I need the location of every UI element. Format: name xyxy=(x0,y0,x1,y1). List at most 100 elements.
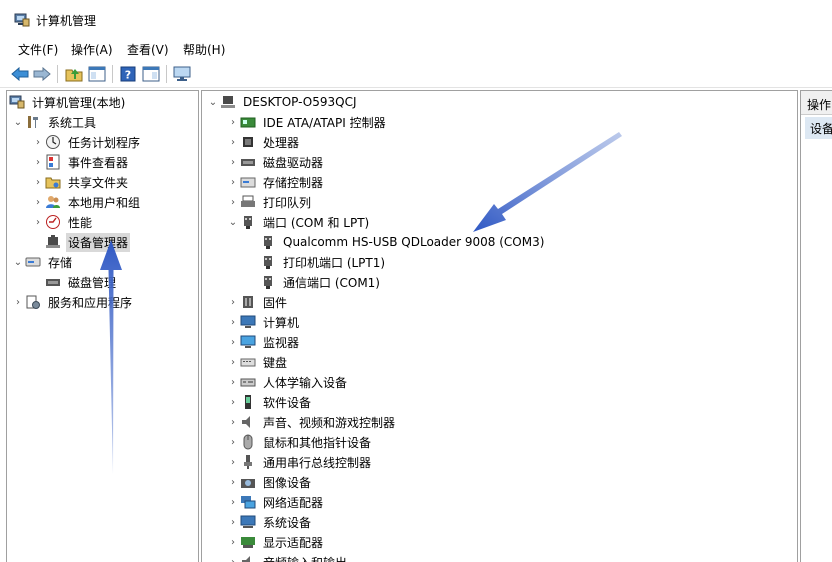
device-category[interactable]: › 音频输入和输出 xyxy=(226,552,349,562)
chevron-right-icon[interactable]: › xyxy=(11,292,25,312)
chevron-right-icon[interactable]: › xyxy=(226,512,240,532)
device-category[interactable]: › 图像设备 xyxy=(226,472,313,492)
tree-label: 音频输入和输出 xyxy=(261,553,349,562)
chevron-right-icon[interactable]: › xyxy=(226,152,240,172)
chevron-right-icon[interactable]: › xyxy=(226,472,240,492)
menu-help[interactable]: 帮助(H) xyxy=(181,41,227,58)
tree-label: 图像设备 xyxy=(263,475,312,490)
tree-root-label: 计算机管理(本地) xyxy=(32,95,126,110)
services-icon xyxy=(25,294,41,310)
clock-icon xyxy=(45,134,61,150)
chevron-right-icon[interactable]: › xyxy=(226,432,240,452)
tree-label: 事件查看器 xyxy=(68,155,129,170)
device-category[interactable]: › 键盘 xyxy=(226,352,289,372)
chevron-right-icon[interactable]: › xyxy=(226,172,240,192)
svg-text:?: ? xyxy=(125,69,131,82)
tree-item-shared-folders[interactable]: › 共享文件夹 xyxy=(31,172,130,192)
device-category[interactable]: › 磁盘驱动器 xyxy=(226,152,325,172)
computer-icon xyxy=(240,314,256,330)
device-category[interactable]: › 系统设备 xyxy=(226,512,313,532)
tree-item-disk-management[interactable]: 磁盘管理 xyxy=(45,272,118,292)
system-device-icon xyxy=(240,514,256,530)
show-hide-tree-icon[interactable] xyxy=(87,64,107,84)
device-port-com1[interactable]: 通信端口 (COM1) xyxy=(260,272,382,292)
tree-root-computer-management[interactable]: 计算机管理(本地) xyxy=(9,92,127,112)
device-category[interactable]: › 计算机 xyxy=(226,312,301,332)
chevron-right-icon[interactable]: › xyxy=(226,192,240,212)
tree-item-storage[interactable]: ⌄ 存储 xyxy=(11,252,74,272)
properties-icon[interactable] xyxy=(141,64,161,84)
chevron-right-icon[interactable]: › xyxy=(31,192,45,212)
chevron-right-icon[interactable]: › xyxy=(226,492,240,512)
chevron-right-icon[interactable]: › xyxy=(226,312,240,332)
chevron-down-icon[interactable]: ⌄ xyxy=(226,212,240,232)
device-category[interactable]: › 人体学输入设备 xyxy=(226,372,349,392)
device-category[interactable]: › 通用串行总线控制器 xyxy=(226,452,373,472)
device-category[interactable]: › 软件设备 xyxy=(226,392,313,412)
chevron-right-icon[interactable]: › xyxy=(31,132,45,152)
tree-label: 打印队列 xyxy=(263,195,312,210)
chevron-right-icon[interactable]: › xyxy=(31,172,45,192)
help-icon[interactable]: ? xyxy=(118,64,138,84)
device-category[interactable]: › 打印队列 xyxy=(226,192,313,212)
chevron-right-icon[interactable]: › xyxy=(226,552,240,562)
imaging-icon xyxy=(240,474,256,490)
chevron-right-icon[interactable]: › xyxy=(226,392,240,412)
device-category[interactable]: › 存储控制器 xyxy=(226,172,325,192)
actions-item-devices[interactable]: 设备 xyxy=(805,117,832,139)
back-icon[interactable] xyxy=(10,64,30,84)
chevron-right-icon[interactable]: › xyxy=(226,112,240,132)
tree-label: 设备管理器 xyxy=(66,232,131,252)
monitor-icon[interactable] xyxy=(172,64,192,84)
device-category[interactable]: › 显示适配器 xyxy=(226,532,325,552)
hid-icon xyxy=(240,374,256,390)
chevron-right-icon[interactable]: › xyxy=(226,412,240,432)
chevron-right-icon[interactable]: › xyxy=(226,532,240,552)
device-tree-root[interactable]: ⌄ DESKTOP-O593QCJ xyxy=(206,92,359,112)
device-port-lpt1[interactable]: 打印机端口 (LPT1) xyxy=(260,252,387,272)
chevron-right-icon[interactable]: › xyxy=(226,452,240,472)
tree-label: 固件 xyxy=(263,295,288,310)
chevron-down-icon[interactable]: ⌄ xyxy=(206,92,220,112)
tree-item-device-manager[interactable]: 设备管理器 xyxy=(45,232,131,252)
device-category[interactable]: › IDE ATA/ATAPI 控制器 xyxy=(226,112,388,132)
tree-label: 端口 (COM 和 LPT) xyxy=(263,215,370,230)
chevron-right-icon[interactable]: › xyxy=(31,152,45,172)
device-port-qualcomm[interactable]: Qualcomm HS-USB QDLoader 9008 (COM3) xyxy=(260,232,546,252)
chevron-right-icon[interactable]: › xyxy=(226,292,240,312)
chevron-right-icon[interactable]: › xyxy=(31,212,45,232)
actions-header: 操作 xyxy=(801,91,832,115)
device-category[interactable]: › 网络适配器 xyxy=(226,492,325,512)
menu-action[interactable]: 操作(A) xyxy=(69,41,115,58)
chevron-right-icon[interactable]: › xyxy=(226,132,240,152)
chevron-right-icon[interactable]: › xyxy=(226,332,240,352)
chevron-right-icon[interactable]: › xyxy=(226,372,240,392)
tree-item-local-users[interactable]: › 本地用户和组 xyxy=(31,192,142,212)
device-category[interactable]: › 声音、视频和游戏控制器 xyxy=(226,412,397,432)
display-adapter-icon xyxy=(240,534,256,550)
performance-icon xyxy=(45,214,61,230)
tree-item-event-viewer[interactable]: › 事件查看器 xyxy=(31,152,130,172)
device-category[interactable]: › 鼠标和其他指针设备 xyxy=(226,432,373,452)
device-category[interactable]: › 固件 xyxy=(226,292,289,312)
menu-view[interactable]: 查看(V) xyxy=(125,41,171,58)
tree-item-services-apps[interactable]: › 服务和应用程序 xyxy=(11,292,134,312)
device-category[interactable]: › 监视器 xyxy=(226,332,301,352)
tree-label: 性能 xyxy=(68,215,93,230)
chevron-down-icon[interactable]: ⌄ xyxy=(11,252,25,272)
forward-icon[interactable] xyxy=(32,64,52,84)
device-category[interactable]: › 处理器 xyxy=(226,132,301,152)
toolbar-separator xyxy=(112,65,113,83)
tree-label: 打印机端口 (LPT1) xyxy=(283,255,386,270)
device-category-ports[interactable]: ⌄ 端口 (COM 和 LPT) xyxy=(226,212,371,232)
chevron-right-icon[interactable]: › xyxy=(226,352,240,372)
tree-item-system-tools[interactable]: ⌄ 系统工具 xyxy=(11,112,98,132)
tree-item-performance[interactable]: › 性能 xyxy=(31,212,94,232)
up-folder-icon[interactable] xyxy=(64,64,84,84)
storage-controller-icon xyxy=(240,174,256,190)
tree-label: 鼠标和其他指针设备 xyxy=(263,435,372,450)
menu-file[interactable]: 文件(F) xyxy=(16,41,60,58)
tools-icon xyxy=(25,114,41,130)
chevron-down-icon[interactable]: ⌄ xyxy=(11,112,25,132)
tree-item-task-scheduler[interactable]: › 任务计划程序 xyxy=(31,132,142,152)
